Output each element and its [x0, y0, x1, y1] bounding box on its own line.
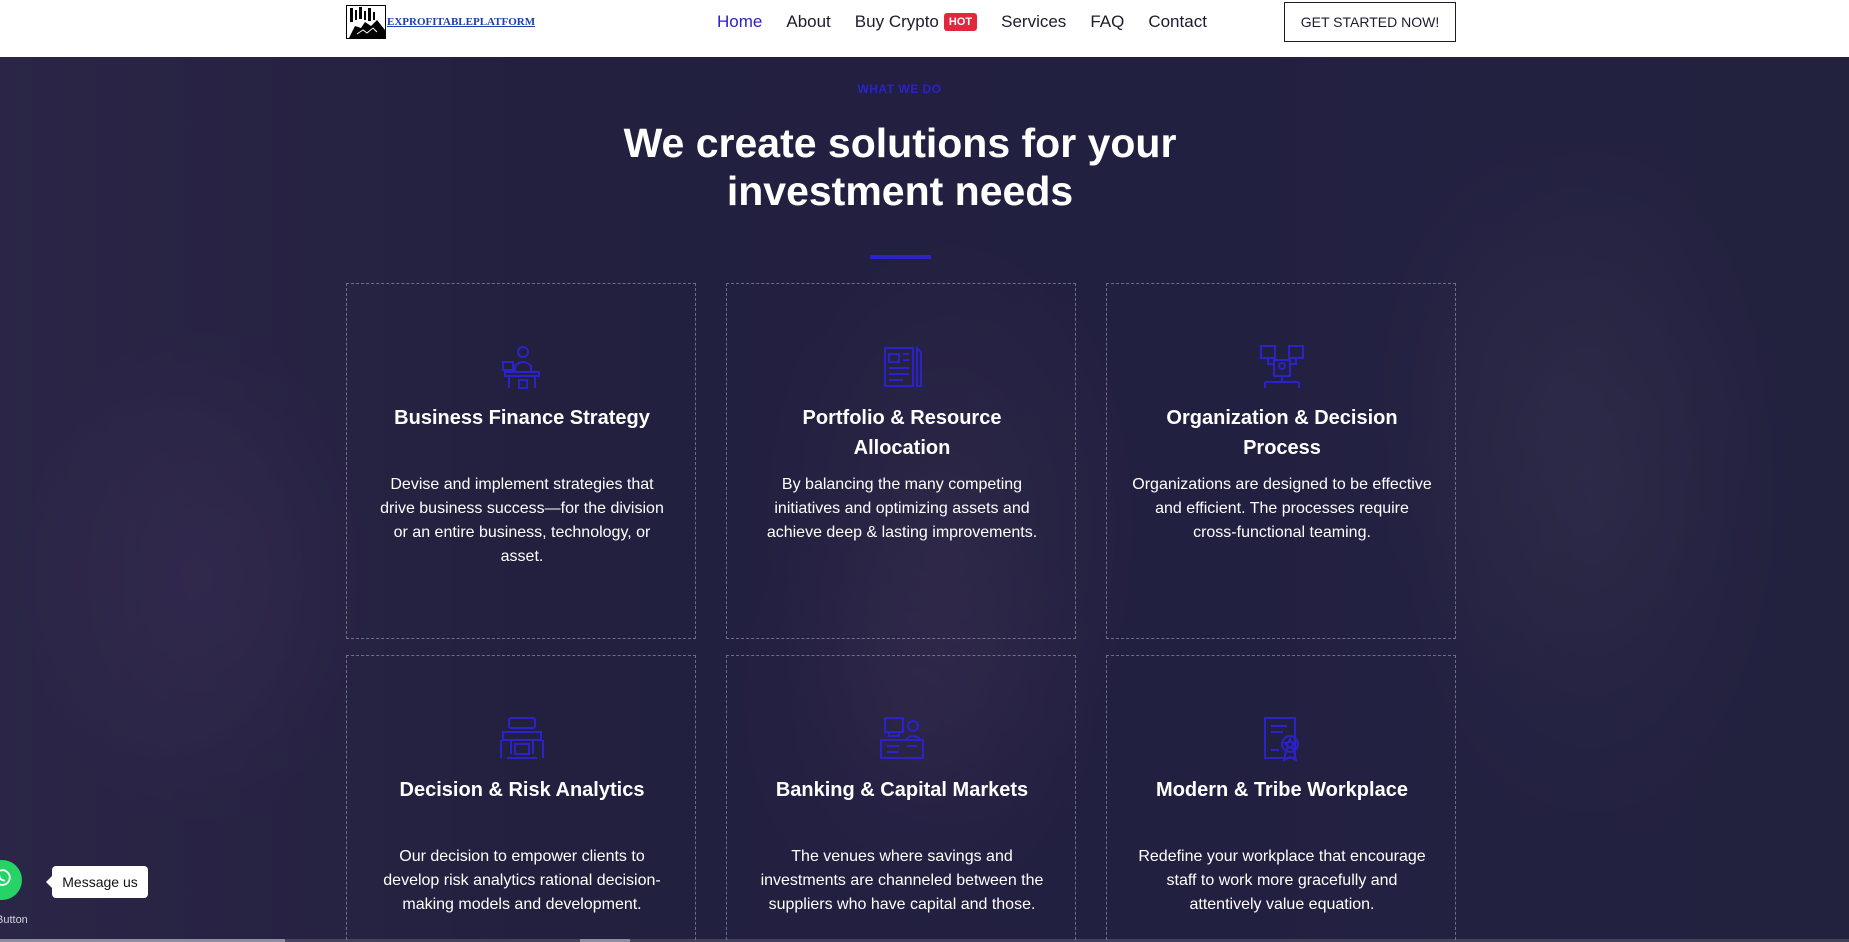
- site-header: EXPROFITABLEPLATFORM Home About Buy Cryp…: [0, 0, 1849, 57]
- card-title: Decision & Risk Analytics: [399, 779, 645, 801]
- nav-contact-label: Contact: [1148, 12, 1207, 31]
- title-divider: [870, 255, 931, 259]
- nav-services[interactable]: Services: [1001, 12, 1066, 32]
- meeting-table-icon: [497, 714, 547, 764]
- hot-badge: HOT: [943, 13, 978, 31]
- section-title: We create solutions for your investment …: [623, 120, 1177, 214]
- nav-about-label: About: [786, 12, 831, 31]
- nav-services-label: Services: [1001, 12, 1067, 31]
- card-text: By balancing the many competing initiati…: [766, 476, 1038, 541]
- service-card[interactable]: Organization & Decision Process Organiza…: [1106, 283, 1456, 639]
- service-card[interactable]: Business Finance Strategy Devise and imp…: [346, 283, 696, 639]
- get-started-button[interactable]: GET STARTED NOW!: [1284, 2, 1456, 42]
- card-text: Redefine your workplace that encourage s…: [1138, 848, 1426, 913]
- card-title: Banking & Capital Markets: [775, 779, 1029, 801]
- widget-caption: Button: [0, 914, 28, 926]
- card-text: Devise and implement strategies that dri…: [380, 476, 664, 565]
- card-title: Portfolio & Resource Allocation: [802, 407, 1002, 459]
- organization-chart-icon: [1257, 342, 1307, 392]
- banking-desk-icon: [877, 714, 927, 764]
- main-nav: Home About Buy Crypto HOT Services FAQ C…: [717, 0, 1231, 44]
- card-text: Organizations are designed to be effecti…: [1132, 476, 1432, 541]
- nav-about[interactable]: About: [786, 12, 830, 32]
- nav-home-label: Home: [717, 12, 763, 31]
- message-us-tooltip[interactable]: Message us: [46, 866, 148, 898]
- nav-faq[interactable]: FAQ: [1090, 12, 1124, 32]
- what-we-do-section: WHAT WE DO We create solutions for your …: [0, 57, 1849, 942]
- service-card[interactable]: Modern & Tribe Workplace Redefine your w…: [1106, 655, 1456, 942]
- service-card[interactable]: Banking & Capital Markets The venues whe…: [726, 655, 1076, 942]
- nav-buy-crypto-label: Buy Crypto: [854, 12, 939, 31]
- card-title: Business Finance Strategy: [394, 407, 650, 429]
- service-card[interactable]: Portfolio & Resource Allocation By balan…: [726, 283, 1076, 639]
- section-kicker: WHAT WE DO: [857, 82, 942, 96]
- portfolio-documents-icon: [877, 342, 927, 392]
- logo-text: EXPROFITABLEPLATFORM: [387, 16, 536, 28]
- card-title: Modern & Tribe Workplace: [1156, 779, 1408, 801]
- nav-home[interactable]: Home: [717, 12, 762, 32]
- card-text: The venues where savings and investments…: [760, 848, 1044, 913]
- certificate-award-icon: [1257, 714, 1307, 764]
- service-card[interactable]: Decision & Risk Analytics Our decision t…: [346, 655, 696, 942]
- nav-contact[interactable]: Contact: [1148, 12, 1207, 32]
- card-title: Organization & Decision Process: [1166, 407, 1398, 459]
- bull-bear-logo-icon: [346, 5, 386, 39]
- nav-buy-crypto[interactable]: Buy Crypto HOT: [854, 12, 978, 32]
- site-logo[interactable]: EXPROFITABLEPLATFORM: [346, 5, 535, 39]
- card-text: Our decision to empower clients to devel…: [383, 848, 661, 913]
- whatsapp-icon: [0, 867, 13, 894]
- finance-strategy-icon: [497, 342, 547, 392]
- nav-faq-label: FAQ: [1090, 12, 1125, 31]
